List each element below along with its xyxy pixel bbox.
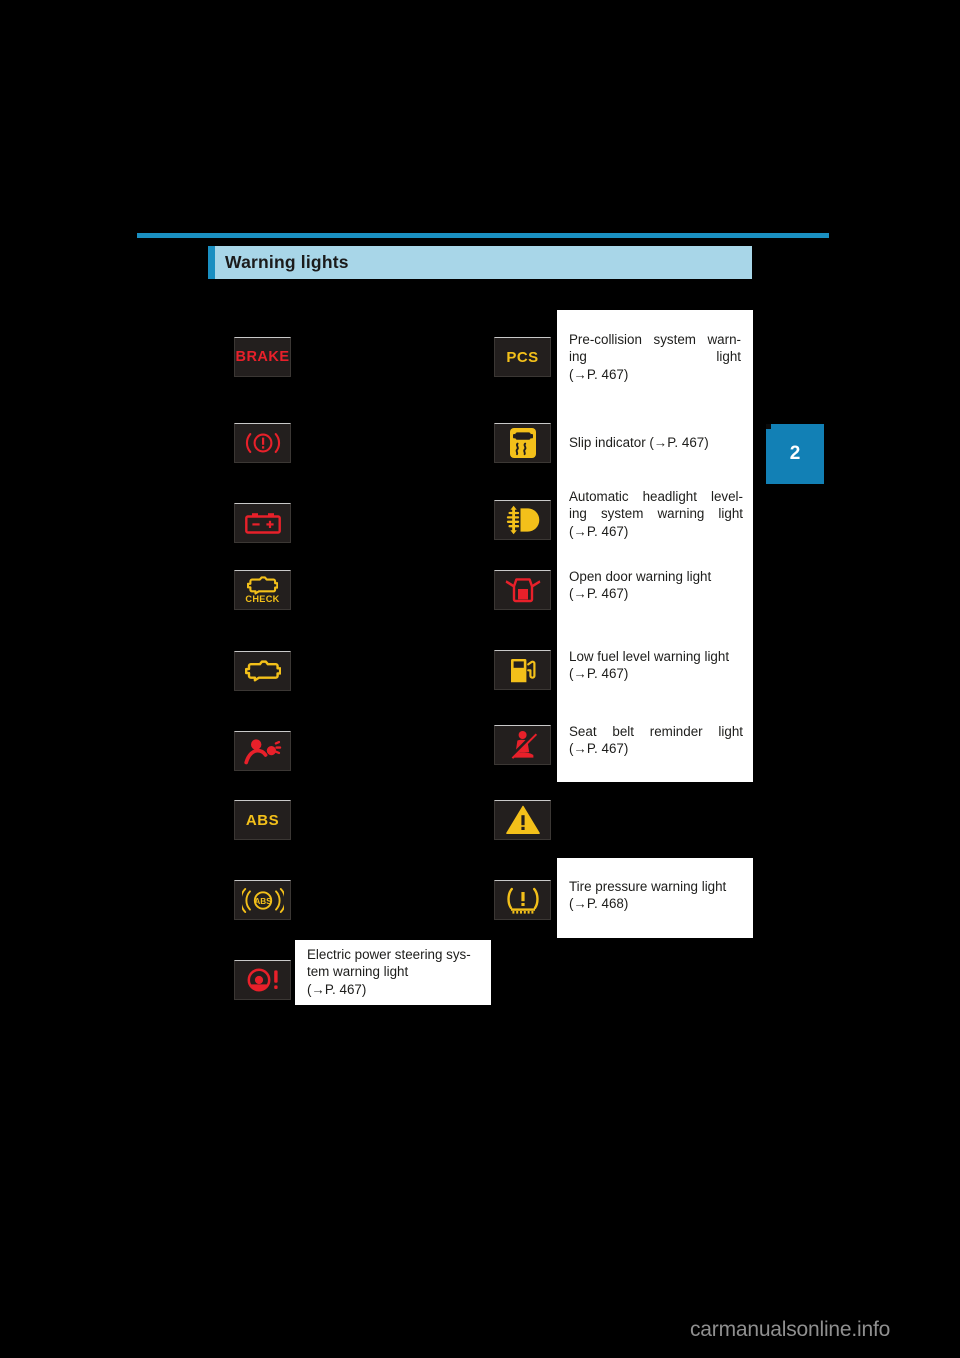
- header-rule: [137, 233, 829, 238]
- auto-headlight-leveling-warning-light-icon: [503, 505, 543, 535]
- tile-abs-warning-light: ABS: [234, 800, 291, 840]
- description-open-door: Open door warning light (→P. 467): [569, 569, 712, 602]
- abs-warning-light-icon: ABS: [245, 811, 280, 829]
- manual-page: Warning lights 2 BRAKE CHECK ABS ABS PCS…: [0, 0, 960, 1358]
- chapter-tab: 2: [766, 424, 824, 484]
- description-slip-indicator: Slip indicator (→P. 467): [569, 435, 709, 450]
- description-seat-belt: Seat belt reminder light (→P. 467): [569, 724, 743, 757]
- tile-seat-belt-reminder-light: [494, 725, 551, 765]
- electric-power-steering-warning-light-icon: [243, 967, 283, 993]
- tile-auto-headlight-leveling-warning-light: [494, 500, 551, 540]
- pcs-warning-light-icon: PCS: [506, 348, 539, 366]
- tile-slip-indicator: [494, 423, 551, 463]
- chapter-tab-number: 2: [789, 443, 801, 464]
- section-header-bar: Warning lights: [208, 246, 752, 279]
- tire-pressure-description-panel: Tire pressure warning light (→P. 468): [557, 858, 753, 938]
- description-pre-collision: Pre-collision system warn-ing light (→P. …: [569, 332, 741, 382]
- brake-system-warning-light-icon: [243, 430, 283, 456]
- brake-assist-warning-light-icon: ABS: [241, 887, 284, 914]
- chapter-tab-notch: [766, 424, 771, 429]
- brake-warning-light-icon: BRAKE: [235, 349, 290, 365]
- section-accent-stripe: [208, 246, 215, 279]
- eps-description-panel: Electric power steering sys-tem warning …: [295, 940, 491, 1005]
- check-engine-warning-light-icon: [247, 576, 278, 595]
- tile-pcs-warning-light: PCS: [494, 337, 551, 377]
- svg-text:ABS: ABS: [254, 897, 272, 906]
- master-warning-light-icon: [505, 805, 540, 835]
- charging-system-warning-light-icon: [244, 511, 281, 535]
- tile-master-warning-light: [494, 800, 551, 840]
- slip-indicator-icon: [509, 428, 536, 458]
- low-fuel-level-warning-light-icon: [509, 657, 537, 684]
- page-title: Warning lights: [225, 252, 349, 272]
- description-electric-power-steering: Electric power steering sys-tem warning …: [307, 947, 471, 997]
- tile-srs-airbag-warning-light: [234, 731, 291, 771]
- description-tire-pressure: Tire pressure warning light (→P. 468): [569, 879, 727, 912]
- tile-open-door-warning-light: [494, 570, 551, 610]
- check-engine-label: CHECK: [245, 594, 280, 604]
- open-door-warning-light-icon: [505, 576, 541, 604]
- tile-electric-power-steering-warning-light: [234, 960, 291, 1000]
- srs-airbag-warning-light-icon: [243, 738, 283, 765]
- footer-watermark: carmanualsonline.info: [690, 1318, 891, 1341]
- description-headlight-leveling: Automatic headlight level-ing system war…: [569, 489, 743, 539]
- malfunction-indicator-lamp-icon: [244, 660, 281, 682]
- tile-charging-system-warning-light: [234, 503, 291, 543]
- tile-low-fuel-level-warning-light: [494, 650, 551, 690]
- seat-belt-reminder-light-icon: [508, 730, 538, 760]
- description-low-fuel: Low fuel level warning light (→P. 467): [569, 649, 730, 682]
- tile-malfunction-indicator-lamp: [234, 651, 291, 691]
- tile-brake-assist-warning-light: ABS: [234, 880, 291, 920]
- tile-tire-pressure-warning-light: [494, 880, 551, 920]
- tile-brake-warning-light: BRAKE: [234, 337, 291, 377]
- tile-brake-system-warning-light: [234, 423, 291, 463]
- tire-pressure-warning-light-icon: [506, 886, 540, 914]
- tile-check-engine-warning-light: CHECK: [234, 570, 291, 610]
- right-description-panel: Pre-collision system warn-ing light (→P. …: [557, 310, 753, 782]
